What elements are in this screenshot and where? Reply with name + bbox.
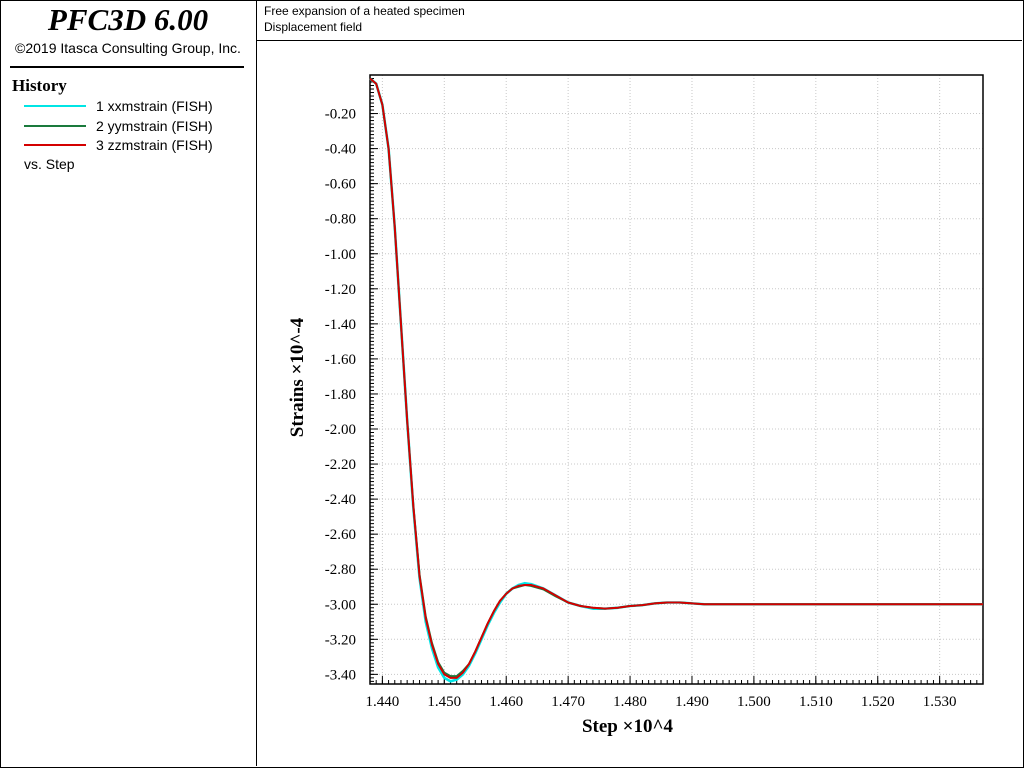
legend-swatch-zzmstrain xyxy=(24,144,86,146)
plot-header: Free expansion of a heated specimen Disp… xyxy=(257,0,1022,41)
y-tick-label-2: -0.60 xyxy=(325,177,356,193)
title-divider xyxy=(10,66,244,68)
legend-item-yymstrain: 2 yymstrain (FISH) xyxy=(24,117,213,135)
x-tick-label-0: 1.440 xyxy=(366,694,400,710)
history-chart: -0.20 -0.40 -0.60 -0.80 -1.00 -1.20 -1.40 -1.60… xyxy=(287,74,984,737)
y-tick-label-0: -0.20 xyxy=(325,107,356,123)
app-title: PFC3D 6.00 xyxy=(47,2,209,37)
plot-title: Free expansion of a heated specimen xyxy=(264,4,465,18)
x-axis-title: Step ×10^4 xyxy=(582,716,674,737)
y-tick-label-9: -2.00 xyxy=(325,422,356,438)
x-tick-label-2: 1.460 xyxy=(489,694,523,710)
x-tick-label-6: 1.500 xyxy=(737,694,771,710)
x-tick-label-9: 1.530 xyxy=(923,694,957,710)
legend-item-xxmstrain: 1 xxmstrain (FISH) xyxy=(24,97,213,115)
legend-label-zzmstrain: 3 zzmstrain (FISH) xyxy=(96,137,213,153)
legend-swatch-yymstrain xyxy=(24,125,86,127)
legend-item-zzmstrain: 3 zzmstrain (FISH) xyxy=(24,136,213,154)
y-tick-label-15: -3.20 xyxy=(325,632,356,648)
x-tick-label-7: 1.510 xyxy=(799,694,833,710)
legend-vs-step: vs. Step xyxy=(24,156,75,172)
y-tick-label-12: -2.60 xyxy=(325,527,356,543)
x-tick-label-8: 1.520 xyxy=(861,694,895,710)
y-tick-label-7: -1.60 xyxy=(325,352,356,368)
legend-label-xxmstrain: 1 xxmstrain (FISH) xyxy=(96,98,213,114)
y-tick-label-11: -2.40 xyxy=(325,492,356,508)
y-tick-label-3: -0.80 xyxy=(325,212,356,228)
y-tick-label-8: -1.80 xyxy=(325,387,356,403)
plot-subtitle: Displacement field xyxy=(264,20,363,34)
y-tick-label-5: -1.20 xyxy=(325,282,356,298)
y-axis-title: Strains ×10^-4 xyxy=(287,317,308,437)
y-tick-label-4: -1.00 xyxy=(325,247,356,263)
y-tick-label-13: -2.80 xyxy=(325,562,356,578)
legend-swatch-xxmstrain xyxy=(24,105,86,107)
y-tick-label-14: -3.00 xyxy=(325,597,356,613)
y-tick-label-16: -3.40 xyxy=(325,667,356,683)
x-tick-label-4: 1.480 xyxy=(613,694,647,710)
x-tick-label-1: 1.450 xyxy=(427,694,461,710)
x-tick-label-3: 1.470 xyxy=(551,694,585,710)
legend-heading: History xyxy=(12,76,67,95)
y-tick-label-6: -1.40 xyxy=(325,317,356,333)
copyright-text: ©2019 Itasca Consulting Group, Inc. xyxy=(15,40,241,56)
x-tick-label-5: 1.490 xyxy=(675,694,709,710)
y-tick-label-1: -0.40 xyxy=(325,142,356,158)
info-panel: PFC3D 6.00 ©2019 Itasca Consulting Group… xyxy=(0,0,257,766)
y-tick-label-10: -2.20 xyxy=(325,457,356,473)
plot-area xyxy=(370,75,983,684)
legend-label-yymstrain: 2 yymstrain (FISH) xyxy=(96,118,213,134)
